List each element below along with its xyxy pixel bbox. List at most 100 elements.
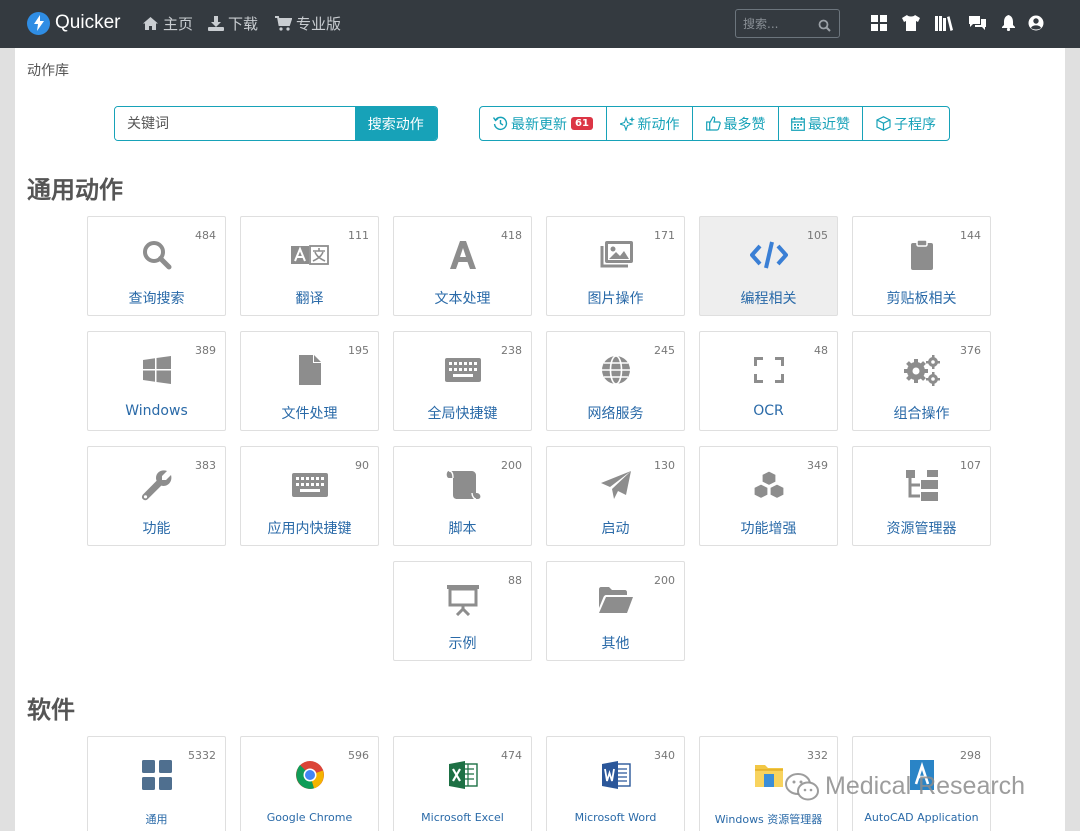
category-card-global-hotkeys[interactable]: 238 全局快捷键 (393, 331, 532, 431)
category-card-search[interactable]: 484 查询搜索 (87, 216, 226, 316)
category-card-combo[interactable]: 376 组合操作 (852, 331, 991, 431)
chrome-icon (241, 757, 378, 793)
category-label: 其他 (601, 636, 630, 652)
category-card-translate[interactable]: 111 翻译 (240, 216, 379, 316)
home-icon (142, 16, 159, 31)
category-card-functions[interactable]: 383 功能 (87, 446, 226, 546)
category-card-explorer[interactable]: 107 资源管理器 (852, 446, 991, 546)
filter-recent-liked-label: 最近赞 (808, 116, 850, 133)
history-icon (493, 116, 508, 131)
category-card-files[interactable]: 195 文件处理 (240, 331, 379, 431)
software-card-excel[interactable]: 474 Microsoft Excel (393, 736, 532, 831)
category-label: 资源管理器 (886, 521, 957, 537)
category-label: 示例 (448, 636, 477, 652)
search-icon[interactable] (818, 17, 831, 36)
wrench-icon (88, 467, 225, 503)
category-label: 组合操作 (893, 406, 950, 422)
category-card-launch[interactable]: 130 启动 (546, 446, 685, 546)
keyword-input[interactable] (115, 107, 355, 140)
software-label: Google Chrome (266, 811, 353, 824)
category-card-in-app-hotkeys[interactable]: 90 应用内快捷键 (240, 446, 379, 546)
category-label: 图片操作 (587, 291, 644, 307)
category-label: 编程相关 (740, 291, 797, 307)
globe-icon (547, 352, 684, 388)
filter-recent-liked[interactable]: 最近赞 (779, 107, 863, 140)
category-card-text[interactable]: 418 文本处理 (393, 216, 532, 316)
filter-button-group: 最新更新 61 新动作 最多赞 最近赞 子程序 (479, 106, 950, 141)
font-icon (394, 237, 531, 273)
main-content: 动作库 搜索动作 最新更新 61 新动作 最多赞 (15, 48, 1065, 831)
filter-latest-label: 最新更新 (511, 116, 568, 133)
category-card-examples[interactable]: 88 示例 (393, 561, 532, 661)
comments-icon[interactable] (967, 13, 987, 33)
clipboard-icon (853, 237, 990, 273)
folder-open-icon (547, 582, 684, 618)
filter-new-actions[interactable]: 新动作 (607, 107, 693, 140)
nav-download-link[interactable]: 下载 (208, 12, 258, 34)
expand-icon (700, 352, 837, 388)
filter-most-liked[interactable]: 最多赞 (693, 107, 779, 140)
action-search-group: 搜索动作 (114, 106, 438, 141)
user-icon[interactable] (1026, 13, 1046, 33)
category-label: 文件处理 (281, 406, 338, 422)
code-icon (700, 237, 837, 273)
category-label: 应用内快捷键 (267, 521, 352, 537)
software-card-word[interactable]: 340 Microsoft Word (546, 736, 685, 831)
category-label: 翻译 (295, 291, 324, 307)
word-icon (547, 757, 684, 793)
search-actions-button[interactable]: 搜索动作 (354, 107, 437, 140)
sparkle-icon (619, 116, 635, 131)
category-label: 功能增强 (740, 521, 797, 537)
scroll-icon (394, 467, 531, 503)
keyboard-icon (394, 352, 531, 388)
update-count-badge: 61 (571, 117, 593, 130)
sitemap-icon (853, 467, 990, 503)
category-label: 剪贴板相关 (886, 291, 957, 307)
brand-link[interactable]: Quicker (27, 11, 120, 35)
category-card-programming[interactable]: 105 编程相关 (699, 216, 838, 316)
category-label: 启动 (601, 521, 630, 537)
nav-pro-label: 专业版 (296, 14, 342, 33)
category-label: 网络服务 (587, 406, 644, 422)
category-card-windows[interactable]: 389 Windows (87, 331, 226, 431)
cube-icon (876, 116, 891, 131)
software-label: Windows 资源管理器 (714, 813, 823, 826)
nav-home-label: 主页 (163, 14, 194, 33)
software-card-chrome[interactable]: 596 Google Chrome (240, 736, 379, 831)
category-card-enhancements[interactable]: 349 功能增强 (699, 446, 838, 546)
category-card-clipboard[interactable]: 144 剪贴板相关 (852, 216, 991, 316)
filter-subprograms[interactable]: 子程序 (863, 107, 949, 140)
grid-icon (88, 757, 225, 793)
tshirt-icon[interactable] (901, 13, 921, 33)
category-card-scripts[interactable]: 200 脚本 (393, 446, 532, 546)
category-card-ocr[interactable]: 48 OCR (699, 331, 838, 431)
keyboard-icon (241, 467, 378, 503)
nav-search-input[interactable] (736, 10, 816, 37)
bell-icon[interactable] (998, 13, 1018, 33)
library-icon[interactable] (934, 13, 954, 33)
category-card-others[interactable]: 200 其他 (546, 561, 685, 661)
translate-icon (241, 237, 378, 273)
watermark-text: Medical Research (825, 772, 1026, 800)
breadcrumb: 动作库 (27, 63, 69, 79)
windows-grid-icon[interactable] (869, 13, 889, 33)
category-label: 全局快捷键 (427, 406, 498, 422)
software-card-general[interactable]: 5332 通用 (87, 736, 226, 831)
download-icon (208, 15, 224, 31)
category-label: Windows (125, 403, 188, 419)
calendar-icon (791, 116, 805, 131)
category-label: 脚本 (448, 521, 477, 537)
nav-pro-link[interactable]: 专业版 (275, 12, 341, 34)
top-navbar: Quicker 主页 下载 专业版 (0, 0, 1080, 48)
category-label: 功能 (142, 521, 171, 537)
thumbs-up-icon (705, 116, 721, 131)
filter-latest-updates[interactable]: 最新更新 61 (480, 107, 607, 140)
category-card-images[interactable]: 171 图片操作 (546, 216, 685, 316)
nav-search-box (735, 9, 840, 38)
windows-icon (88, 352, 225, 388)
category-card-web-services[interactable]: 245 网络服务 (546, 331, 685, 431)
software-label: AutoCAD Application (864, 811, 979, 824)
category-label: OCR (753, 403, 784, 419)
file-icon (241, 352, 378, 388)
nav-home-link[interactable]: 主页 (142, 12, 193, 34)
